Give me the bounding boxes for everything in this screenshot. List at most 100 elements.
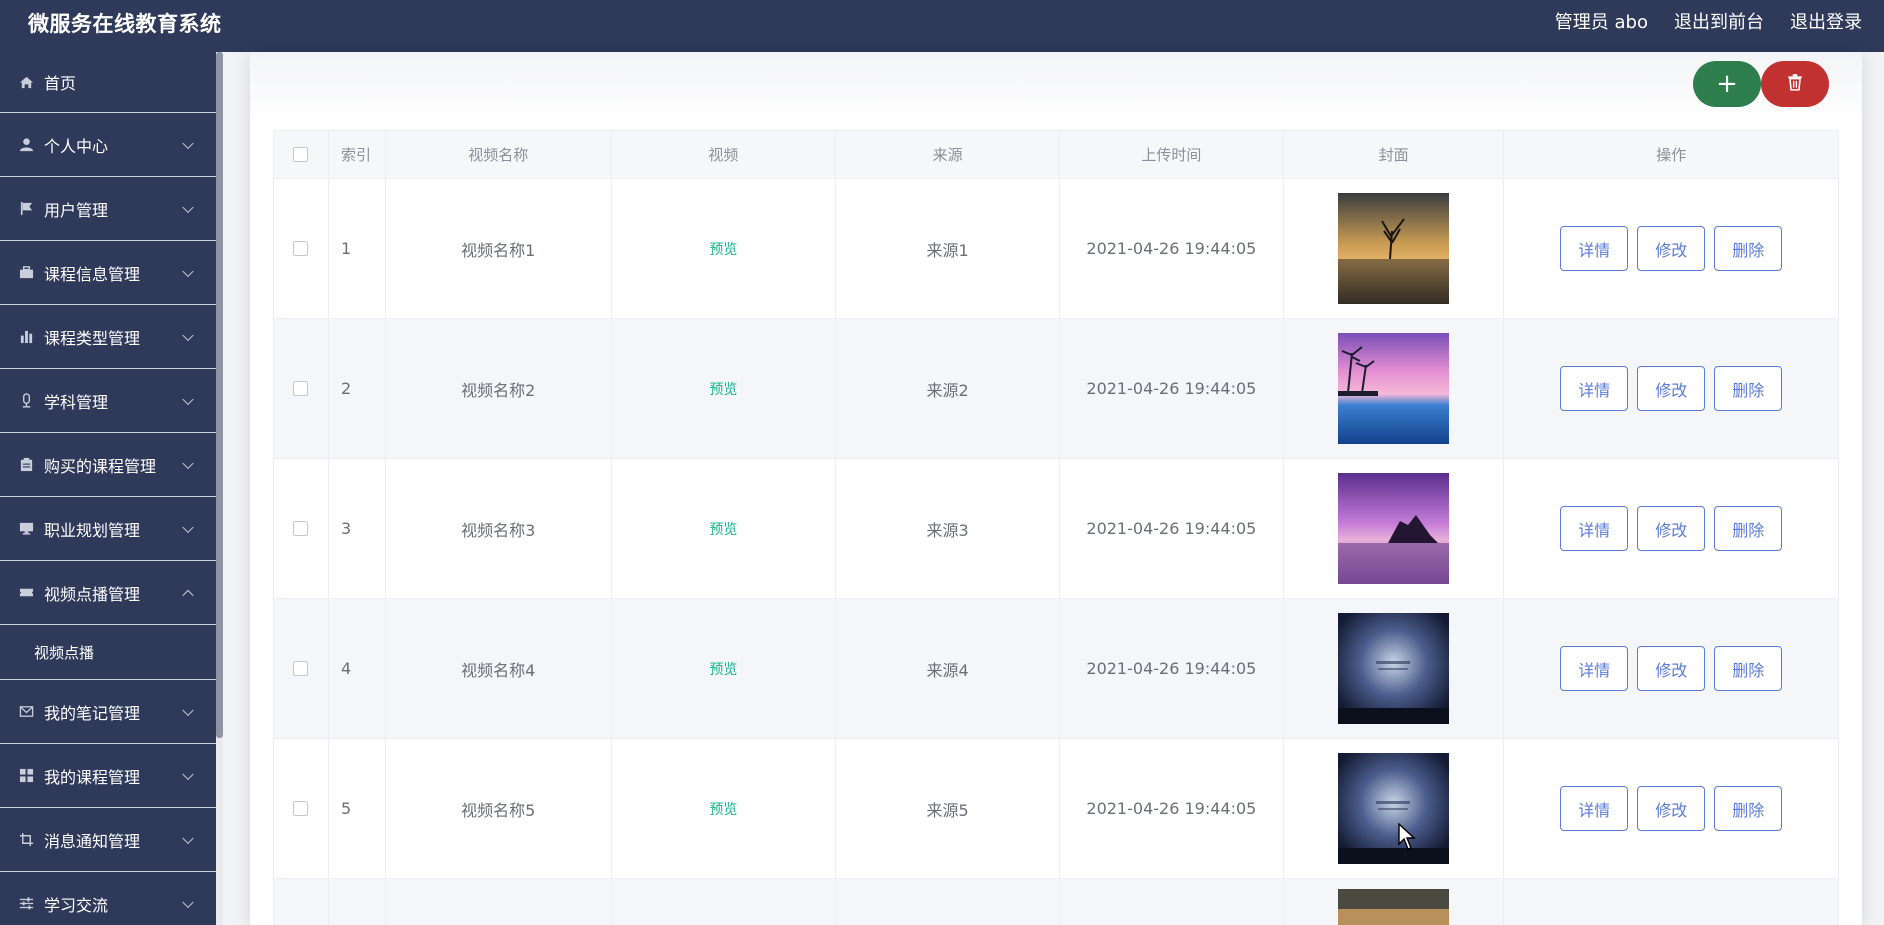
delete-button[interactable]: 删除: [1714, 226, 1783, 271]
sidebar-item-home[interactable]: 首页: [0, 52, 216, 113]
edit-button[interactable]: 修改: [1637, 506, 1706, 551]
detail-button[interactable]: 详情: [1560, 506, 1629, 551]
select-all-checkbox[interactable]: [293, 147, 309, 162]
preview-link[interactable]: 预览: [709, 379, 737, 399]
chevron-down-icon: [182, 896, 194, 908]
cell-cover: [1284, 879, 1505, 925]
cell-upload-time: [1060, 879, 1284, 925]
sidebar-item-label: 课程信息管理: [44, 264, 141, 284]
cover-image[interactable]: [1338, 753, 1450, 864]
cover-image[interactable]: [1338, 889, 1450, 925]
cell-video: 预览: [612, 179, 837, 318]
row-checkbox[interactable]: [293, 801, 309, 816]
row-checkbox[interactable]: [293, 241, 309, 256]
cover-image[interactable]: [1338, 613, 1450, 724]
table-header: 索引 视频名称 视频 来源 上传时间 封面 操作: [274, 131, 1838, 179]
preview-link[interactable]: 预览: [709, 799, 737, 819]
preview-link[interactable]: 预览: [709, 239, 737, 259]
batch-delete-button[interactable]: [1761, 61, 1829, 107]
delete-button[interactable]: 删除: [1714, 646, 1783, 691]
sidebar-item-purchased-courses[interactable]: 购买的课程管理: [0, 433, 216, 497]
preview-link[interactable]: 预览: [709, 659, 737, 679]
logout-link[interactable]: 退出登录: [1790, 8, 1862, 34]
sidebar-item-personal-center[interactable]: 个人中心: [0, 113, 216, 177]
cell-cover: [1284, 319, 1505, 458]
cell-source: 来源2: [836, 319, 1060, 458]
cell-video-name: 视频名称3: [386, 459, 612, 598]
edit-button[interactable]: 修改: [1637, 646, 1706, 691]
delete-button[interactable]: 删除: [1714, 366, 1783, 411]
preview-link[interactable]: 预览: [709, 519, 737, 539]
cover-image[interactable]: [1338, 333, 1450, 444]
add-button[interactable]: +: [1693, 61, 1761, 107]
cell-index: 4: [329, 599, 386, 738]
back-to-front-link[interactable]: 退出到前台: [1674, 8, 1764, 34]
cover-image[interactable]: [1338, 193, 1450, 304]
cell-upload-time: 2021-04-26 19:44:05: [1060, 319, 1284, 458]
sidebar-item-label: 我的课程管理: [44, 767, 141, 787]
sidebar-item-my-notes[interactable]: 我的笔记管理: [0, 680, 216, 744]
cell-index: [329, 879, 386, 925]
submenu-label: 视频点播: [34, 643, 95, 662]
detail-button[interactable]: 详情: [1560, 786, 1629, 831]
edit-button[interactable]: 修改: [1637, 786, 1706, 831]
sidebar-item-label: 首页: [44, 74, 77, 93]
cell-upload-time: 2021-04-26 19:44:05: [1060, 599, 1284, 738]
row-checkbox[interactable]: [293, 521, 309, 536]
sidebar-item-notifications[interactable]: 消息通知管理: [0, 808, 216, 872]
detail-button[interactable]: 详情: [1560, 646, 1629, 691]
detail-button[interactable]: 详情: [1560, 366, 1629, 411]
sidebar-item-user-management[interactable]: 用户管理: [0, 177, 216, 241]
sidebar-item-career-planning[interactable]: 职业规划管理: [0, 497, 216, 561]
home-icon: [18, 74, 34, 90]
row-select: [274, 179, 329, 318]
sidebar-item-label: 用户管理: [44, 200, 109, 220]
sidebar-item-study-exchange[interactable]: 学习交流: [0, 872, 216, 925]
sidebar-item-my-courses[interactable]: 我的课程管理: [0, 744, 216, 808]
flag-icon: [18, 201, 34, 217]
edit-button[interactable]: 修改: [1637, 226, 1706, 271]
cell-video: 预览: [612, 599, 837, 738]
sidebar-scrollbar[interactable]: [216, 52, 223, 738]
cover-image[interactable]: [1338, 473, 1450, 584]
table-row: [274, 879, 1838, 925]
cell-actions: 详情 修改 删除: [1504, 599, 1838, 738]
chevron-down-icon: [182, 832, 194, 844]
chevron-up-icon: [182, 589, 194, 601]
sidebar: 首页 个人中心 用户管理 课程信息管理 课程类型管理 学科管理 购买的课程管理 …: [0, 52, 216, 925]
header-cover: 封面: [1284, 131, 1505, 178]
cell-video-name: 视频名称5: [386, 739, 612, 878]
cell-actions: 详情 修改 删除: [1504, 739, 1838, 878]
cell-source: 来源3: [836, 459, 1060, 598]
header-actions: 操作: [1656, 146, 1687, 164]
submenu-video-on-demand[interactable]: 视频点播: [0, 625, 216, 680]
header-index: 索引: [329, 131, 386, 178]
cell-source: 来源1: [836, 179, 1060, 318]
delete-button[interactable]: 删除: [1714, 786, 1783, 831]
sidebar-item-label: 个人中心: [44, 136, 109, 156]
sidebar-item-subject[interactable]: 学科管理: [0, 369, 216, 433]
row-checkbox[interactable]: [293, 661, 309, 676]
sidebar-item-course-type[interactable]: 课程类型管理: [0, 305, 216, 369]
admin-user[interactable]: 管理员 abo: [1555, 8, 1648, 34]
crop-icon: [18, 832, 34, 848]
delete-button[interactable]: 删除: [1714, 506, 1783, 551]
top-nav: 管理员 abo 退出到前台 退出登录: [1555, 8, 1862, 34]
edit-button[interactable]: 修改: [1637, 366, 1706, 411]
sidebar-item-video-on-demand[interactable]: 视频点播管理: [0, 561, 216, 625]
sidebar-item-label: 学科管理: [44, 392, 109, 412]
sidebar-item-label: 消息通知管理: [44, 831, 141, 851]
detail-button[interactable]: 详情: [1560, 226, 1629, 271]
chevron-down-icon: [182, 329, 194, 341]
sidebar-item-course-info[interactable]: 课程信息管理: [0, 241, 216, 305]
row-select: [274, 319, 329, 458]
sidebar-item-label: 视频点播管理: [44, 584, 141, 604]
cell-actions: 详情 修改 删除: [1504, 319, 1838, 458]
row-select: [274, 459, 329, 598]
row-checkbox[interactable]: [293, 381, 309, 396]
mail-icon: [18, 704, 34, 720]
cell-actions: [1504, 879, 1838, 925]
cell-source: 来源5: [836, 739, 1060, 878]
cell-index: 3: [329, 459, 386, 598]
cell-cover: [1284, 459, 1505, 598]
